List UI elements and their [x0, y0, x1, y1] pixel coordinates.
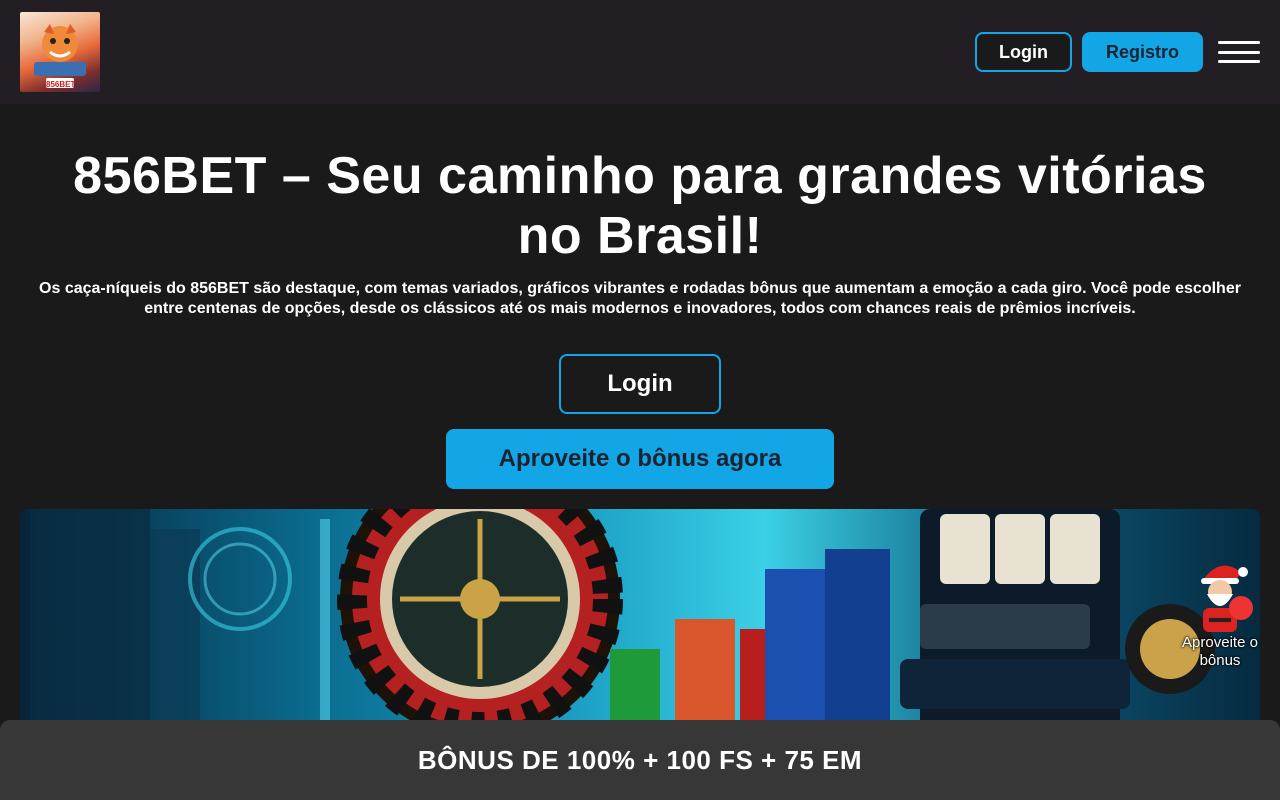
- floating-bonus-label: Aproveite o bônus: [1182, 634, 1258, 669]
- hamburger-line: [1218, 50, 1260, 54]
- hero-login-button[interactable]: Login: [559, 354, 721, 414]
- hamburger-icon[interactable]: [1218, 38, 1260, 66]
- header-register-button[interactable]: Registro: [1082, 32, 1203, 72]
- slot-machine: [900, 509, 1130, 739]
- site-header: 856BET Login Registro: [0, 0, 1280, 104]
- header-actions: Login Registro: [975, 32, 1260, 72]
- bonus-cta-button[interactable]: Aproveite o bônus agora: [446, 429, 834, 489]
- chip-stacks: [610, 549, 890, 739]
- casino-banner-image: [20, 509, 1260, 739]
- santa-icon: [1201, 565, 1253, 632]
- hamburger-line: [1218, 41, 1260, 44]
- bonus-bottom-bar[interactable]: BÔNUS DE 100% + 100 FS + 75 EM: [0, 720, 1280, 800]
- floating-bonus-widget[interactable]: Aproveite o bônus: [1180, 556, 1260, 671]
- hamburger-line: [1218, 60, 1260, 63]
- roulette-wheel: [337, 509, 623, 739]
- header-login-button[interactable]: Login: [975, 32, 1072, 72]
- hero-description: Os caça-níqueis do 856BET são destaque, …: [39, 280, 1241, 317]
- casino-illustration: [30, 509, 1215, 739]
- site-logo[interactable]: 856BET: [20, 12, 100, 92]
- logo-text: 856BET: [46, 80, 76, 89]
- page-title: 856BET – Seu caminho para grandes vitóri…: [73, 147, 1207, 265]
